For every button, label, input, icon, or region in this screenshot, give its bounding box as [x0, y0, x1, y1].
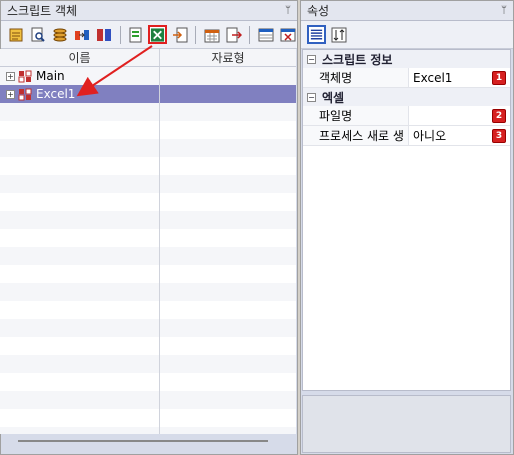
annotation-badge: 3	[492, 129, 506, 143]
empty-row	[0, 337, 296, 355]
property-name: 객체명	[303, 68, 409, 87]
empty-row	[0, 427, 296, 434]
empty-row	[0, 139, 296, 157]
alphabetical-sort-icon[interactable]	[329, 25, 348, 44]
column-header-name[interactable]: 이름	[0, 49, 160, 66]
property-value-text: 아니오	[413, 129, 447, 143]
object-tree-grid[interactable]: 이름 자료형 + Main + Excel1	[0, 49, 296, 434]
empty-row	[0, 229, 296, 247]
list-icon[interactable]	[7, 25, 26, 44]
column-header-type[interactable]: 자료형	[160, 49, 296, 66]
empty-row	[0, 265, 296, 283]
empty-row	[0, 373, 296, 391]
stack-icon[interactable]	[51, 25, 70, 44]
object-node-icon	[18, 70, 32, 83]
property-value[interactable]: 아니오 3	[409, 126, 510, 145]
collapse-icon[interactable]: −	[307, 54, 316, 64]
node-type	[160, 67, 296, 85]
annotation-badge: 2	[492, 109, 506, 123]
empty-row	[0, 103, 296, 121]
empty-row	[0, 157, 296, 175]
property-value-text: Excel1	[413, 70, 453, 85]
calendar-icon[interactable]	[202, 25, 221, 44]
expand-icon[interactable]: +	[6, 89, 15, 99]
node-type	[160, 85, 296, 103]
property-grid[interactable]: − 스크립트 정보 객체명 Excel1 1 − 엑셀 파일명 2 프로세스 새…	[302, 49, 511, 391]
pane-title: 속성	[307, 4, 330, 18]
toolbar-separator	[195, 25, 197, 44]
categorized-view-icon[interactable]	[307, 25, 326, 44]
toolbar-separator	[249, 25, 251, 44]
search-doc-icon[interactable]	[29, 25, 48, 44]
horizontal-scrollbar[interactable]	[18, 440, 268, 442]
empty-row	[0, 247, 296, 265]
node-label: Excel1	[36, 87, 76, 101]
object-node-icon	[18, 88, 32, 101]
pin-icon[interactable]: ᛘ	[501, 5, 507, 16]
category-label: 스크립트 정보	[322, 52, 393, 67]
category-excel[interactable]: − 엑셀	[303, 88, 510, 106]
script-objects-title-bar: 스크립트 객체 ᛘ	[1, 1, 297, 21]
table-icon[interactable]	[256, 25, 275, 44]
collapse-icon[interactable]: −	[307, 92, 316, 102]
empty-row	[0, 175, 296, 193]
export-icon[interactable]	[224, 25, 243, 44]
property-description-box	[302, 395, 511, 453]
new-object-icon[interactable]	[127, 25, 146, 44]
empty-row	[0, 193, 296, 211]
property-name: 프로세스 새로 생	[303, 126, 409, 145]
empty-row	[0, 355, 296, 373]
property-row-filename[interactable]: 파일명 2	[303, 106, 510, 126]
properties-title-bar: 속성 ᛘ	[301, 1, 513, 21]
property-name: 파일명	[303, 106, 409, 125]
empty-row	[0, 283, 296, 301]
pin-icon[interactable]: ᛘ	[285, 5, 291, 16]
script-objects-toolbar	[1, 21, 297, 49]
category-script-info[interactable]: − 스크립트 정보	[303, 50, 510, 68]
properties-toolbar	[301, 21, 513, 49]
node-label: Main	[36, 69, 65, 83]
property-row-new-process[interactable]: 프로세스 새로 생 아니오 3	[303, 126, 510, 146]
pane-title: 스크립트 객체	[7, 4, 78, 18]
toolbar-separator	[119, 25, 121, 44]
tree-row-main[interactable]: + Main	[0, 67, 296, 85]
expand-icon[interactable]: +	[6, 71, 15, 81]
grid-icon[interactable]	[95, 25, 114, 44]
empty-row	[0, 121, 296, 139]
empty-row	[0, 409, 296, 427]
property-row-object-name[interactable]: 객체명 Excel1 1	[303, 68, 510, 88]
empty-row	[0, 319, 296, 337]
empty-row	[0, 211, 296, 229]
empty-row	[0, 391, 296, 409]
tree-header: 이름 자료형	[0, 49, 296, 67]
empty-row	[0, 301, 296, 319]
arrow-right-icon[interactable]	[73, 25, 92, 44]
tree-row-excel1[interactable]: + Excel1	[0, 85, 296, 103]
delete-icon[interactable]	[278, 25, 297, 44]
property-value[interactable]: 2	[409, 106, 510, 125]
category-label: 엑셀	[322, 90, 345, 105]
annotation-badge: 1	[492, 71, 506, 85]
excel-object-icon[interactable]	[148, 25, 168, 44]
property-value[interactable]: Excel1 1	[409, 68, 510, 87]
import-icon[interactable]	[170, 25, 189, 44]
